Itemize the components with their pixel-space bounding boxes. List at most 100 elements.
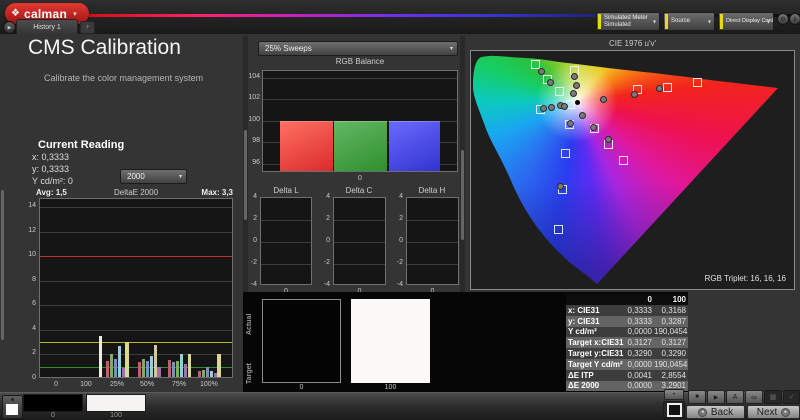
gridline — [40, 281, 232, 282]
deltae-bar — [210, 371, 213, 377]
tab-history-1[interactable]: History 1 — [16, 19, 78, 34]
cie-chart-plot: RGB Triplet: 16, 16, 16 — [470, 50, 795, 290]
deltae-xtick-label: 0 — [44, 381, 68, 388]
reference-line — [40, 342, 232, 343]
chevron-down-icon: ▾ — [767, 18, 770, 25]
confirm-button[interactable]: ✓ — [783, 390, 800, 404]
continuous-loop-button[interactable]: ∞ — [745, 390, 763, 404]
results-table-row: Target y:CIE310,32900,3290 — [566, 348, 688, 359]
results-row-label: Target Y cd/m² — [566, 360, 624, 369]
page-subtitle: Calibrate the color management system — [44, 73, 203, 83]
cie-measurement-marker — [540, 105, 547, 112]
deltae-xtick-label: 75% — [167, 381, 191, 388]
results-cell-value: 0,3290 — [624, 349, 654, 358]
reference-line — [40, 256, 232, 257]
results-cell-value: 2,8554 — [654, 371, 688, 380]
source-dropdown-button[interactable]: Source ▾ — [663, 12, 715, 31]
cie-measurement-marker — [567, 120, 574, 127]
left-splitter[interactable] — [0, 36, 4, 392]
pattern-thumb-label: 0 — [23, 412, 83, 419]
right-splitter[interactable] — [460, 36, 465, 292]
deltae-ytick-label: 10 — [18, 251, 36, 258]
results-row-label: ΔE 2000 — [566, 381, 624, 390]
chevron-down-icon: ▾ — [653, 18, 656, 25]
next-button[interactable]: Next ▸ — [747, 405, 800, 419]
deltae-bar — [138, 362, 141, 377]
tab-scroll-button[interactable]: ▶ — [3, 21, 16, 34]
delta-c-title: Delta C — [319, 186, 399, 195]
actual-row-label: Actual — [246, 301, 253, 335]
reading-luminance-value: Y cd/m²: 0 — [32, 176, 73, 186]
yellow-status-bar — [720, 14, 723, 29]
auto-advance-button[interactable]: A — [726, 390, 744, 404]
measure-play-button[interactable]: ▶ — [707, 390, 725, 404]
back-button[interactable]: ◂ Back — [686, 405, 745, 419]
info-round-button[interactable]: ℹ — [789, 13, 800, 25]
results-cell-value: 0,0041 — [624, 371, 654, 380]
meter-dropdown-line1: Simulated Meter — [604, 15, 649, 22]
gridline — [261, 264, 311, 265]
deltae-ytick-label: 14 — [18, 202, 36, 209]
delta-ytick-label: 0 — [243, 237, 257, 244]
pattern-grid-button[interactable]: ▦ — [764, 390, 782, 404]
new-tab-button[interactable]: + — [80, 21, 95, 34]
deltae-max-label: Max: 3,3 — [189, 188, 233, 197]
results-row-label: Target x:CIE31 — [566, 338, 624, 347]
deltae-ytick-label: 6 — [18, 300, 36, 307]
back-button-label: Back — [711, 407, 733, 418]
delta-l-plot — [260, 197, 312, 285]
deltae-bar — [202, 370, 205, 377]
results-column-header: 0 — [624, 295, 654, 304]
gridline — [407, 242, 458, 243]
gridline — [334, 220, 385, 221]
measure-stop-button[interactable]: ■ — [688, 390, 706, 404]
calman-app-window: ❖ calman ▾ ▶ History 1 + Simulated Meter… — [0, 0, 800, 420]
cie-measurement-marker — [571, 73, 578, 80]
deltae-bar — [146, 361, 149, 377]
cie-target-marker — [619, 156, 628, 165]
results-table: 0100x: CIE310,33330,3168y: CIE310,33330,… — [566, 294, 688, 391]
pattern-thumb-0[interactable] — [23, 394, 83, 412]
calman-logo-icon: ❖ — [11, 9, 20, 19]
results-table-row: Y cd/m²0,0000190,0454 — [566, 327, 688, 338]
target-luminance-dropdown[interactable]: 2000 ▾ — [120, 169, 187, 184]
dot-icon: • — [673, 392, 675, 398]
dropdown-value: 2000 — [127, 172, 145, 181]
results-row-label: ΔE ITP — [566, 371, 624, 380]
pattern-dot-button[interactable]: • — [664, 389, 684, 400]
window-pattern-button[interactable] — [2, 395, 23, 419]
pattern-thumb-100[interactable] — [86, 394, 146, 412]
results-row-label: y: CIE31 — [566, 317, 624, 326]
results-cell-value: 0,3127 — [654, 338, 688, 347]
results-cell-value: 0,3290 — [654, 349, 688, 358]
delta-ytick-label: -4 — [316, 281, 330, 288]
rgb-ytick-label: 104 — [238, 73, 260, 80]
deltae-bar — [217, 354, 220, 377]
pattern-window-toggle-button[interactable] — [663, 401, 685, 418]
display-control-dropdown-button[interactable]: Direct Display Control ▾ — [718, 12, 774, 31]
gridline — [407, 220, 458, 221]
deltae-bar — [154, 345, 157, 377]
settings-round-button[interactable]: ⚙ — [777, 13, 789, 25]
target-row-label: Target — [246, 346, 253, 384]
meter-dropdown-button[interactable]: Simulated Meter Simulated ▾ — [596, 12, 660, 31]
gridline — [40, 207, 232, 208]
delta-ytick-label: 2 — [389, 215, 403, 222]
rgb-balance-bar-green — [334, 121, 387, 171]
delta-ytick-label: 4 — [316, 193, 330, 200]
results-column-header: 100 — [654, 295, 688, 304]
deltae-ytick-label: 0 — [18, 374, 36, 381]
delta-ytick-label: -4 — [389, 281, 403, 288]
results-table-header: 0100 — [566, 294, 688, 305]
current-reading-heading: Current Reading — [38, 139, 124, 151]
sweeps-dropdown[interactable]: 25% Sweeps ▾ — [258, 41, 458, 56]
results-table-row: y: CIE310,33330,3287 — [566, 316, 688, 327]
cie-measurement-marker — [590, 124, 597, 131]
chevron-down-icon: ▾ — [708, 18, 711, 25]
deltae-bar — [206, 367, 209, 377]
results-cell-value: 0,3168 — [654, 306, 688, 315]
info-icon: ℹ — [794, 16, 796, 23]
deltae-bar — [125, 342, 128, 377]
back-arrow-icon: ◂ — [698, 408, 707, 417]
deltae-bar — [176, 361, 179, 377]
